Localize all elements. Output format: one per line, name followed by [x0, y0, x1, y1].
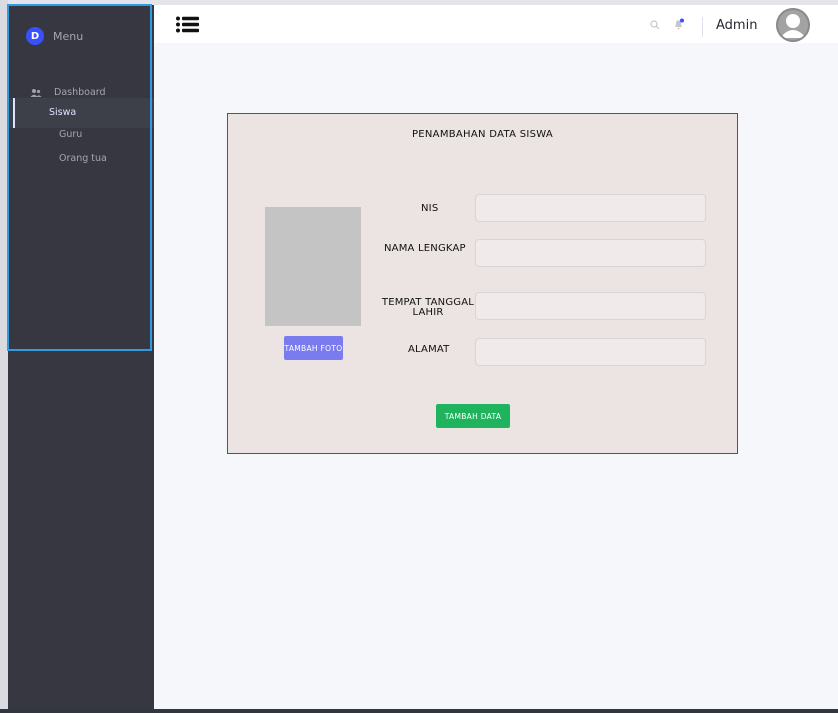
sidebar-selection-outline: [7, 4, 152, 351]
address-input[interactable]: [475, 338, 706, 366]
nis-label: NIS: [421, 203, 439, 214]
user-name[interactable]: Admin: [716, 18, 757, 33]
full-name-label: NAMA LENGKAP: [384, 243, 466, 254]
add-photo-button[interactable]: TAMBAH FOTO: [284, 336, 343, 360]
photo-placeholder: [265, 207, 361, 326]
bell-icon[interactable]: [673, 18, 685, 31]
search-icon[interactable]: [650, 20, 660, 30]
nis-input[interactable]: [475, 194, 706, 222]
topbar: Admin: [154, 5, 838, 43]
student-form-card: PENAMBAHAN DATA SISWA TAMBAH FOTO NIS NA…: [227, 113, 738, 454]
list-icon[interactable]: [176, 16, 200, 33]
add-data-button[interactable]: TAMBAH DATA: [436, 404, 510, 428]
window-frame-bottom: [0, 709, 838, 713]
form-title: PENAMBAHAN DATA SISWA: [411, 129, 554, 140]
full-name-input[interactable]: [475, 239, 706, 267]
user-avatar-icon[interactable]: [776, 8, 810, 42]
address-label: ALAMAT: [408, 344, 450, 355]
birth-place-date-label: TEMPAT TANGGAL LAHIR: [381, 297, 475, 318]
topbar-divider: [702, 17, 703, 37]
birth-place-date-input[interactable]: [475, 292, 706, 320]
